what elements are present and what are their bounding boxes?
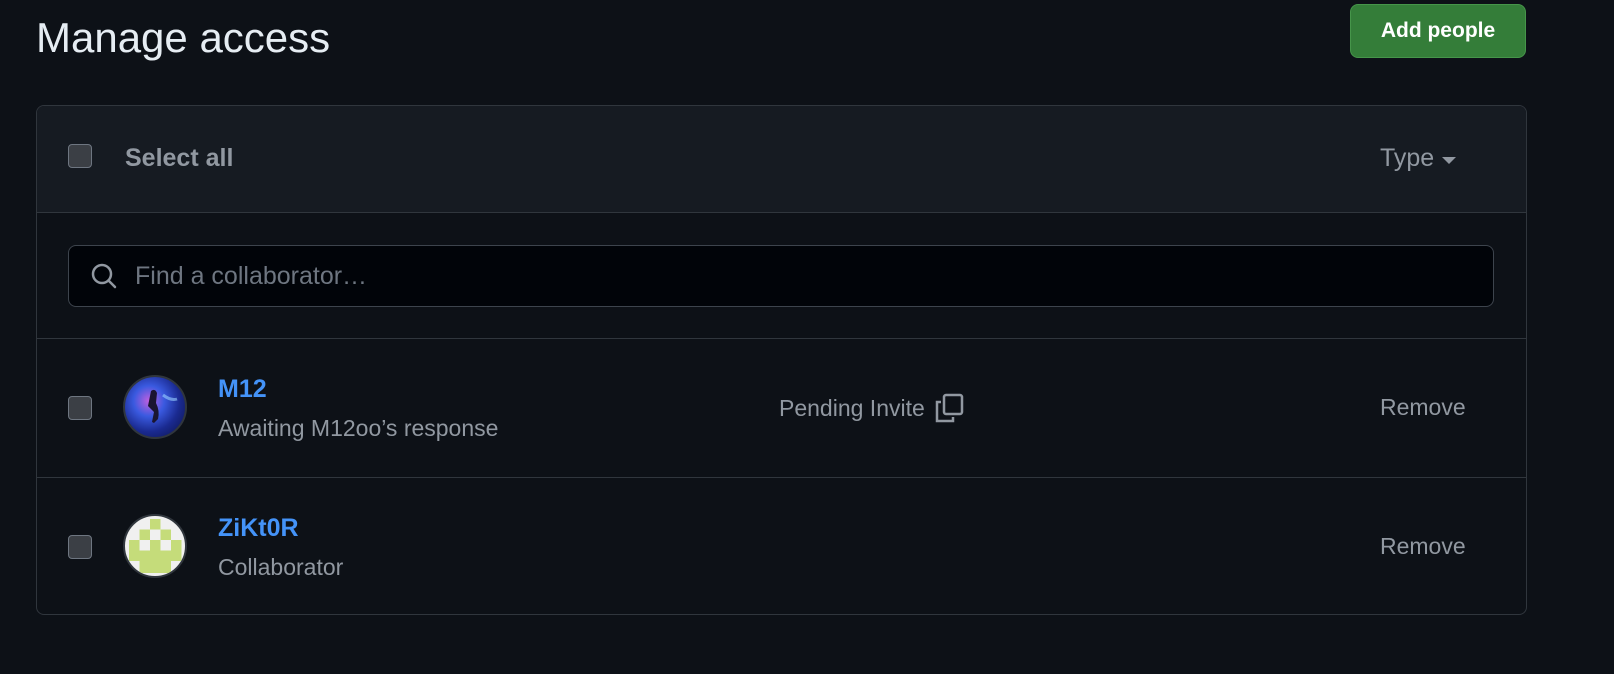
collaborator-list: Select all Type M12 Awaiting M12oo’s res…: [36, 105, 1527, 615]
list-item: ZiKt0R Collaborator Remove: [37, 478, 1526, 614]
list-item: M12 Awaiting M12oo’s response Pending In…: [37, 339, 1526, 478]
pending-invite-status: Pending Invite: [779, 392, 965, 424]
member-checkbox[interactable]: [68, 535, 92, 559]
member-name[interactable]: ZiKt0R: [218, 514, 299, 543]
pending-invite-label: Pending Invite: [779, 394, 925, 421]
member-subtitle: Collaborator: [218, 554, 344, 580]
member-subtitle: Awaiting M12oo’s response: [218, 415, 499, 441]
list-header: Select all Type: [37, 106, 1526, 213]
type-filter-label: Type: [1380, 144, 1435, 172]
copy-icon[interactable]: [933, 392, 965, 424]
search-row: [37, 213, 1526, 339]
remove-button[interactable]: Remove: [1380, 533, 1466, 560]
identicon: [129, 519, 182, 573]
type-filter-dropdown[interactable]: Type: [1380, 144, 1457, 173]
avatar[interactable]: [123, 375, 187, 439]
search-field[interactable]: [68, 245, 1494, 307]
search-input[interactable]: [133, 260, 1437, 292]
remove-button[interactable]: Remove: [1380, 394, 1466, 421]
member-checkbox[interactable]: [68, 396, 92, 420]
select-all-checkbox[interactable]: [68, 144, 92, 168]
select-all-label: Select all: [125, 144, 234, 172]
search-icon: [91, 263, 117, 289]
add-people-button[interactable]: Add people: [1350, 4, 1526, 58]
caret-down-icon: [1442, 156, 1457, 164]
member-name[interactable]: M12: [218, 375, 267, 404]
avatar[interactable]: [123, 514, 187, 578]
page-title: Manage access: [36, 14, 331, 61]
